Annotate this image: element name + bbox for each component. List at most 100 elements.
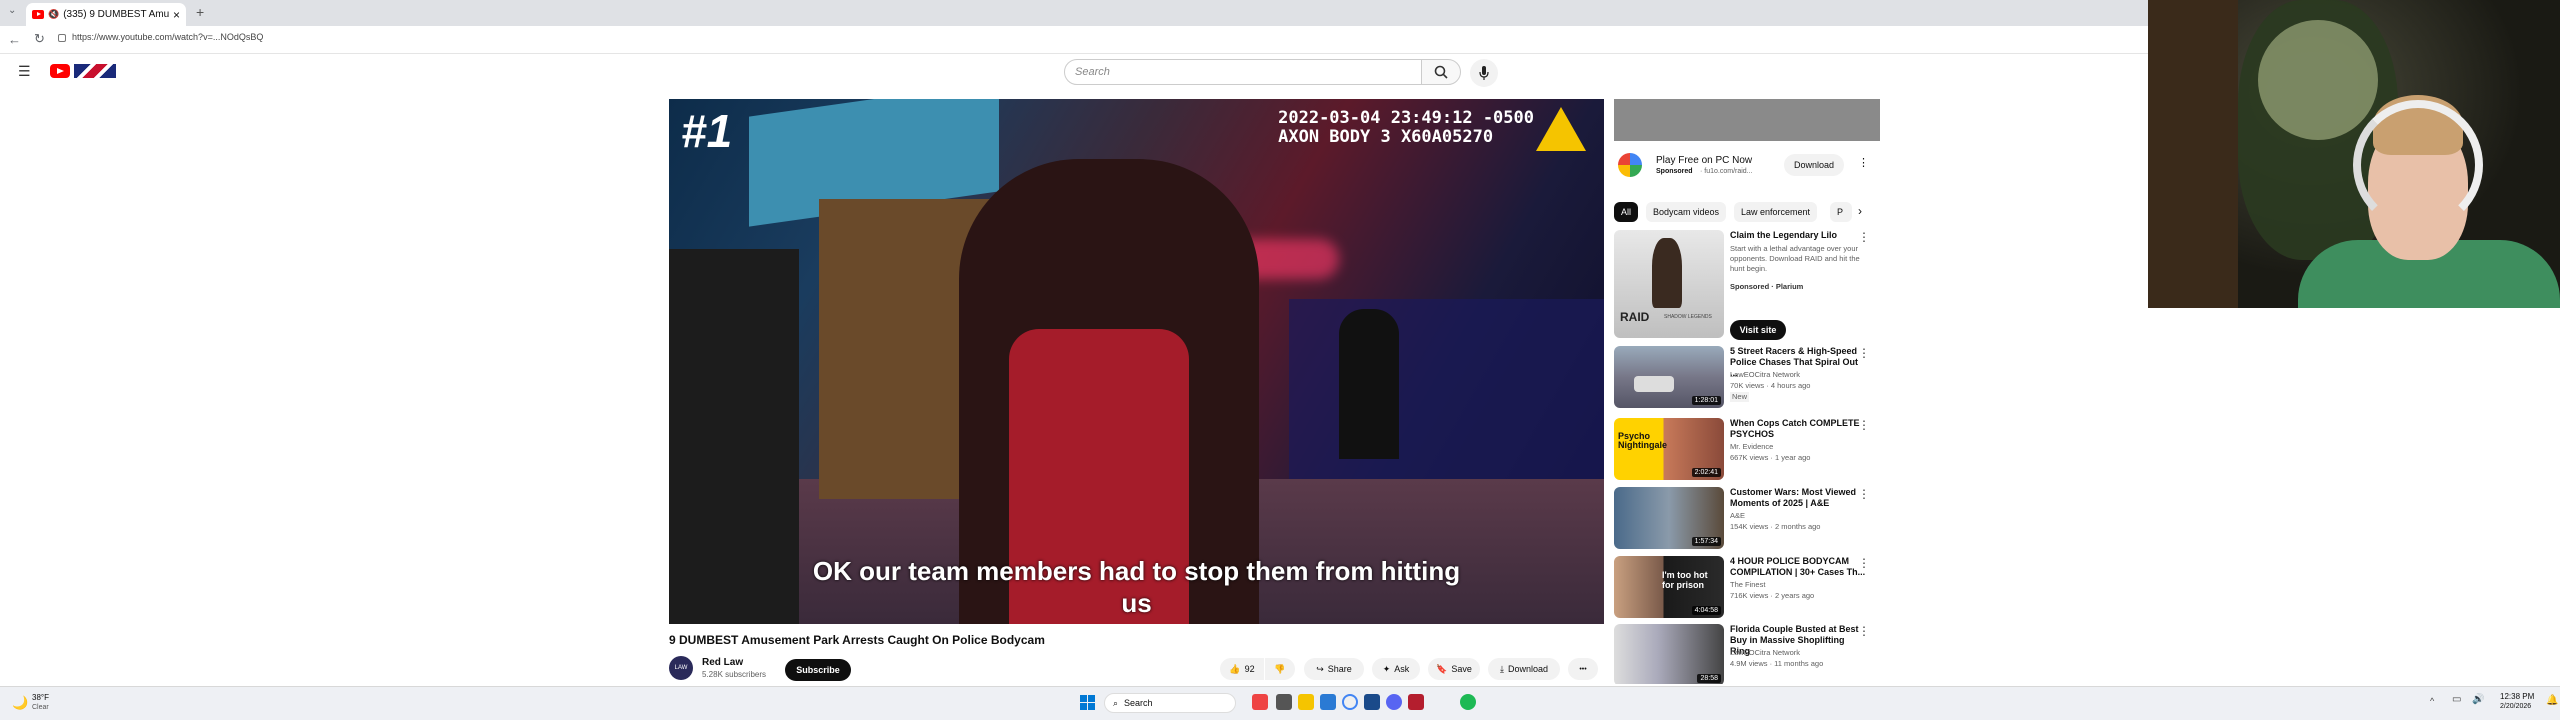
channel-name[interactable]: Red Law: [702, 657, 743, 668]
tab-close-icon[interactable]: ×: [173, 8, 180, 22]
list-item[interactable]: I'm too hot for prison 4:04:58 4 HOUR PO…: [1614, 556, 1884, 620]
more-actions-button[interactable]: •••: [1568, 658, 1598, 680]
ad-download-button[interactable]: Download: [1784, 154, 1844, 176]
video-thumbnail[interactable]: 1:28:01: [1614, 346, 1724, 408]
clock-date[interactable]: 2/20/2026: [2500, 703, 2531, 710]
rec-channel[interactable]: The Finest: [1730, 580, 1866, 590]
duration-badge: 1:28:01: [1691, 396, 1721, 405]
list-item[interactable]: RAID SHADOW LEGENDS Claim the Legendary …: [1614, 230, 1884, 340]
weather-temp[interactable]: 38°F: [32, 693, 49, 702]
rec-channel[interactable]: Mr. Evidence: [1730, 442, 1866, 452]
browser-tab[interactable]: 🔇 (335) 9 DUMBEST Amusem ×: [26, 3, 186, 26]
app-icon[interactable]: [1252, 694, 1268, 710]
ad-menu-icon[interactable]: ⋮: [1858, 156, 1869, 169]
youtube-logo-icon[interactable]: [50, 64, 70, 78]
ad-banner[interactable]: [1614, 99, 1880, 141]
chip-partial[interactable]: P: [1830, 202, 1852, 222]
rec-title[interactable]: 4 HOUR POLICE BODYCAM COMPILATION | 30+ …: [1730, 556, 1866, 578]
notification-icon[interactable]: 🔔: [2546, 695, 2558, 706]
video-thumbnail[interactable]: 1:57:34: [1614, 487, 1724, 549]
video-player[interactable]: #1 2022-03-04 23:49:12 -0500 AXON BODY 3…: [669, 99, 1604, 624]
subscribe-button[interactable]: Subscribe: [785, 659, 851, 681]
weather-icon[interactable]: 🌙: [12, 695, 28, 711]
thumb-figure: [1652, 238, 1682, 308]
rec-title[interactable]: Claim the Legendary Lilo: [1730, 230, 1866, 241]
taskbar-search[interactable]: ⌕ Search: [1104, 693, 1236, 713]
menu-icon[interactable]: ☰: [18, 63, 31, 80]
mute-icon[interactable]: 🔇: [48, 9, 59, 20]
browser-tab-bar: ⌄ 🔇 (335) 9 DUMBEST Amusem × +: [0, 0, 2148, 26]
chevron-right-icon[interactable]: ›: [1858, 204, 1862, 218]
reload-icon[interactable]: ↻: [34, 31, 45, 47]
save-button[interactable]: 🔖 Save: [1428, 658, 1480, 680]
ask-button[interactable]: ✦ Ask: [1372, 658, 1420, 680]
like-button[interactable]: 👍 92: [1220, 658, 1264, 680]
more-icon[interactable]: ⋮: [1858, 487, 1870, 501]
rec-channel[interactable]: LawEOCitra Network: [1730, 648, 1866, 658]
duration-badge: 1:57:34: [1691, 537, 1721, 546]
clock-time[interactable]: 12:38 PM: [2500, 692, 2534, 701]
volume-icon[interactable]: 🔊: [2472, 694, 2484, 705]
store-icon[interactable]: [1364, 694, 1380, 710]
file-explorer-icon[interactable]: [1298, 694, 1314, 710]
thumb-raid-tagline: SHADOW LEGENDS: [1664, 314, 1712, 320]
list-item[interactable]: 28:58 Florida Couple Busted at Best Buy …: [1614, 624, 1884, 684]
search-input[interactable]: Search: [1064, 59, 1422, 85]
ad-source: · fu1o.com/raid...: [1700, 168, 1753, 175]
webcam-shelf: [2148, 0, 2238, 308]
list-item[interactable]: Psycho Nightingale 2:02:41 When Cops Cat…: [1614, 418, 1884, 482]
task-view-icon[interactable]: [1276, 694, 1292, 710]
duration-badge: 4:04:58: [1691, 606, 1721, 615]
rec-channel[interactable]: A&E: [1730, 511, 1866, 521]
download-button[interactable]: ⤓ Download: [1488, 658, 1560, 680]
rec-title[interactable]: When Cops Catch COMPLETE PSYCHOS: [1730, 418, 1866, 440]
dislike-button[interactable]: 👎: [1265, 658, 1295, 680]
share-button[interactable]: ↪ Share: [1304, 658, 1364, 680]
voice-search-button[interactable]: [1470, 59, 1498, 87]
back-icon[interactable]: ←: [8, 32, 21, 47]
video-night-street: [1289, 299, 1604, 479]
video-title: 9 DUMBEST Amusement Park Arrests Caught …: [669, 633, 1045, 647]
start-icon[interactable]: [1080, 695, 1095, 710]
more-icon[interactable]: ⋮: [1858, 556, 1870, 570]
new-tab-button[interactable]: +: [196, 4, 204, 20]
more-icon[interactable]: ⋮: [1858, 418, 1870, 432]
video-thumbnail[interactable]: I'm too hot for prison 4:04:58: [1614, 556, 1724, 618]
discord-icon[interactable]: [1386, 694, 1402, 710]
spotify-icon[interactable]: [1460, 694, 1476, 710]
rec-title[interactable]: Customer Wars: Most Viewed Moments of 20…: [1730, 487, 1866, 509]
thumbs-up-icon: 👍: [1229, 663, 1241, 674]
channel-avatar[interactable]: LAW: [669, 656, 693, 680]
list-item[interactable]: 1:57:34 Customer Wars: Most Viewed Momen…: [1614, 487, 1884, 551]
video-thumbnail[interactable]: RAID SHADOW LEGENDS: [1614, 230, 1724, 338]
bookmark-icon: 🔖: [1436, 663, 1448, 674]
edge-icon[interactable]: [1320, 694, 1336, 710]
ad-title[interactable]: Play Free on PC Now: [1656, 155, 1752, 166]
url-field[interactable]: https://www.youtube.com/watch?v=...NOdQs…: [72, 32, 263, 42]
site-info-icon[interactable]: [58, 34, 66, 42]
more-icon[interactable]: ⋮: [1858, 624, 1870, 638]
tab-list-icon[interactable]: ⌄: [8, 5, 16, 16]
video-thumbnail[interactable]: Psycho Nightingale 2:02:41: [1614, 418, 1724, 480]
video-caption: OK our team members had to stop them fro…: [749, 555, 1524, 619]
chip-law-enforcement[interactable]: Law enforcement: [1734, 202, 1818, 222]
rec-channel[interactable]: LawEOCitra Network: [1730, 370, 1866, 380]
duration-badge: 28:58: [1697, 674, 1721, 683]
rec-meta: 154K views · 2 months ago: [1730, 522, 1821, 531]
search-button[interactable]: [1421, 59, 1461, 85]
rec-desc: Start with a lethal advantage over your …: [1730, 244, 1860, 273]
app-icon[interactable]: [1408, 694, 1424, 710]
visit-site-button[interactable]: Visit site: [1730, 320, 1786, 340]
taskbar: 🌙 38°F Clear ⌕ Search ^ ▭ 🔊 12:38 PM 2/20…: [0, 686, 2560, 720]
rec-meta: Sponsored · Plarium: [1730, 282, 1804, 291]
chrome-icon[interactable]: [1342, 694, 1358, 710]
chip-all[interactable]: All: [1614, 202, 1639, 222]
network-icon[interactable]: ▭: [2452, 694, 2461, 705]
timestamp-line-1: 2022-03-04 23:49:12 -0500: [1278, 108, 1534, 128]
list-item[interactable]: 1:28:01 5 Street Racers & High-Speed Pol…: [1614, 346, 1884, 410]
chip-bodycam-videos[interactable]: Bodycam videos: [1646, 202, 1727, 222]
tray-chevron-icon[interactable]: ^: [2430, 696, 2434, 706]
more-icon[interactable]: ⋮: [1858, 346, 1870, 360]
video-thumbnail[interactable]: 28:58: [1614, 624, 1724, 684]
more-icon[interactable]: ⋮: [1858, 230, 1870, 244]
